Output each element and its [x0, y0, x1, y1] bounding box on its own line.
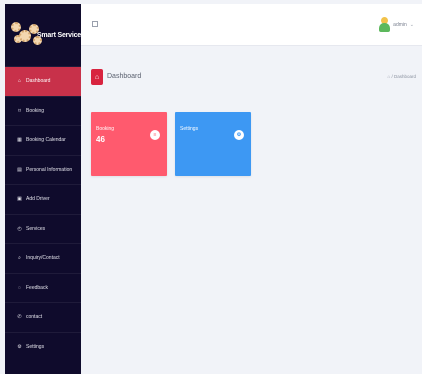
sidebar-item-contact[interactable]: ✆ contact: [5, 302, 81, 332]
sidebar-item-label: Dashboard: [26, 78, 51, 85]
brand[interactable]: Smart Service: [5, 4, 81, 66]
dashboard-home-icon: ⌂: [91, 69, 103, 85]
phone-icon: ✆: [17, 314, 22, 321]
booking-list-icon: ≡: [150, 130, 160, 140]
sidebar-item-feedback[interactable]: ◌ Feedback: [5, 272, 81, 303]
sidebar-item-add-driver[interactable]: ▣ Add Driver: [5, 184, 81, 214]
sidebar-item-label: Personal Information: [26, 166, 73, 173]
breadcrumb-current: / Dashboard: [390, 74, 416, 79]
sidebar-item-label: Add Driver: [26, 196, 50, 203]
calendar-icon: ▦: [17, 137, 22, 144]
sidebar-item-booking[interactable]: ⌑ Booking: [5, 95, 81, 126]
sidebar-item-dashboard[interactable]: ⌂ Dashboard: [5, 66, 81, 96]
user-menu[interactable]: admin ⌄: [378, 17, 414, 32]
brand-logo-icon: [11, 20, 42, 50]
home-icon: ⌂: [17, 78, 22, 85]
inquiry-icon: ⌕: [18, 255, 21, 262]
bookmark-icon: ⌑: [18, 107, 21, 114]
sidebar-item-booking-calendar[interactable]: ▦ Booking Calendar: [5, 125, 81, 155]
sidebar-item-label: Inquiry/Contact: [26, 255, 60, 262]
topbar: admin ⌄: [81, 4, 422, 46]
driver-card-icon: ▣: [17, 196, 22, 203]
sidebar-nav: ⌂ Dashboard ⌑ Booking ▦ Booking Calendar…: [5, 66, 81, 361]
sidebar-item-label: contact: [26, 314, 43, 321]
booking-card[interactable]: Booking 46 ≡: [91, 112, 167, 176]
sidebar-item-services[interactable]: ◴ Services: [5, 213, 81, 244]
avatar[interactable]: [378, 17, 391, 32]
sidebar: Smart Service ⌂ Dashboard ⌑ Booking ▦ Bo…: [5, 4, 81, 374]
services-icon: ◴: [17, 225, 22, 232]
page-title: Dashboard: [107, 73, 142, 80]
sidebar-item-label: Feedback: [26, 284, 48, 291]
brand-name: Smart Service: [36, 31, 81, 39]
sidebar-item-settings[interactable]: ⚙ Settings: [5, 331, 81, 362]
sidebar-item-label: Settings: [26, 343, 45, 350]
settings-card[interactable]: Settings ⚙: [175, 112, 251, 176]
sidebar-item-label: Booking: [26, 107, 45, 114]
sidebar-item-label: Booking Calendar: [26, 137, 66, 144]
sidebar-item-label: Services: [26, 225, 46, 232]
settings-gear-icon: ⚙: [234, 130, 244, 140]
gear-icon: ⚙: [17, 343, 22, 350]
breadcrumb: ⌂ / Dashboard: [388, 74, 416, 79]
app-root: Smart Service ⌂ Dashboard ⌑ Booking ▦ Bo…: [0, 0, 422, 374]
sidebar-item-personal-information[interactable]: ▤ Personal Information: [5, 154, 81, 185]
sidebar-item-inquiry-contact[interactable]: ⌕ Inquiry/Contact: [5, 243, 81, 273]
chevron-down-icon[interactable]: ⌄: [410, 22, 414, 28]
id-card-icon: ▤: [17, 166, 22, 173]
user-name[interactable]: admin: [393, 22, 407, 28]
feedback-icon: ◌: [18, 284, 21, 291]
page-header: ⌂ Dashboard ⌂ / Dashboard: [91, 68, 416, 88]
fullscreen-icon[interactable]: [92, 21, 98, 27]
